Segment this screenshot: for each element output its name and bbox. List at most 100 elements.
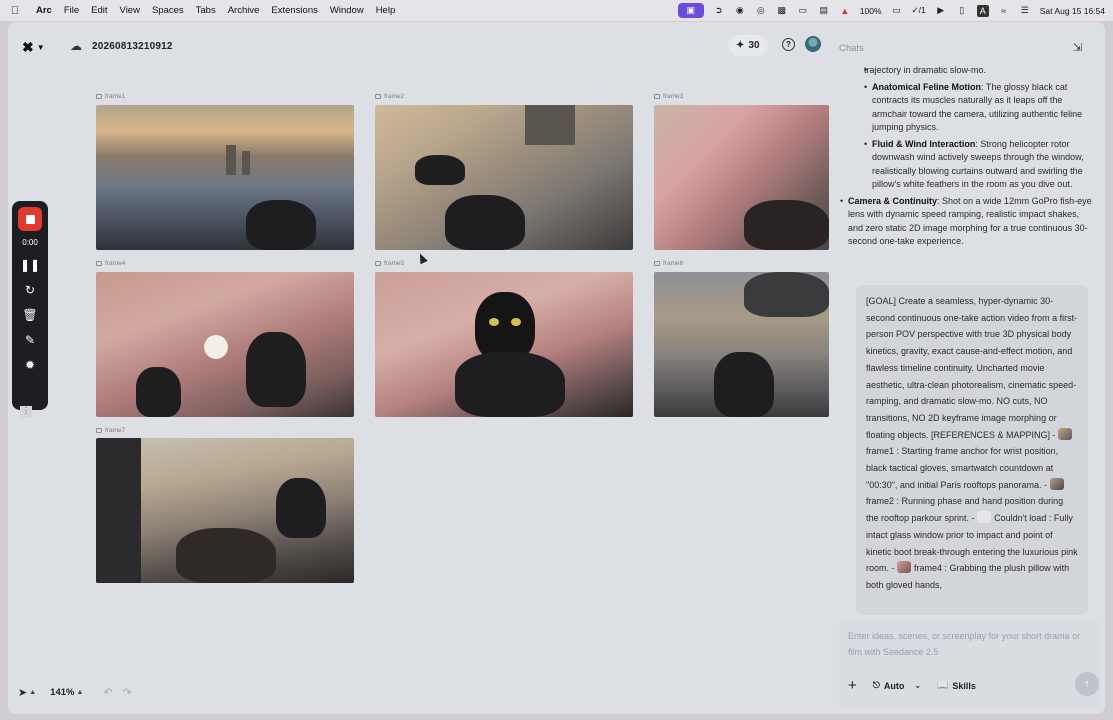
stop-record-button[interactable] <box>18 207 42 231</box>
frame-label: frame7 <box>96 427 125 434</box>
screen-record-icon[interactable]: ▣ <box>677 3 704 18</box>
menu-file[interactable]: File <box>58 5 85 16</box>
menu-view[interactable]: View <box>114 5 146 16</box>
stop-icon <box>25 214 35 224</box>
red-app-icon[interactable]: ▲ <box>839 5 851 17</box>
monitor-icon[interactable]: ▭ <box>797 5 809 17</box>
project-title[interactable]: 20260813210912 <box>92 41 173 52</box>
frame5-image[interactable] <box>375 272 633 417</box>
sub-bullet-list: trajectory in dramatic slow-mo. Anatomic… <box>846 64 1094 192</box>
chevron-down-icon: ⌄ <box>914 681 922 690</box>
frame4-thumbnail[interactable] <box>897 561 912 574</box>
menu-window[interactable]: Window <box>324 5 370 16</box>
credits-badge[interactable]: ✦ 30 <box>728 35 768 56</box>
canvas-toolbar: ➤ ▲ 141% ▲ ↶ ↷ <box>18 686 132 699</box>
pointer-tool-icon[interactable]: ➤ <box>18 686 27 699</box>
input-toolbar: + ⎋ Auto ⌄ 📖 Skills <box>848 677 976 694</box>
reference-chip[interactable]: frame1 <box>866 446 894 456</box>
frame4-image[interactable] <box>96 272 354 417</box>
app-icon[interactable]: ▩ <box>776 5 788 17</box>
broken-thumbnail[interactable] <box>977 511 992 524</box>
railing-shape <box>744 200 829 250</box>
chevron-up-icon[interactable]: ▲ <box>29 689 36 696</box>
send-button[interactable]: ↑ <box>1075 672 1099 696</box>
play-circle-icon[interactable]: ▶ <box>935 5 947 17</box>
eye-icon[interactable]: ◉ <box>734 5 746 17</box>
user-prompt-message: [GOAL] Create a seamless, hyper-dynamic … <box>856 285 1088 615</box>
menu-edit[interactable]: Edit <box>85 5 113 16</box>
zoom-chevron-icon[interactable]: ▲ <box>76 689 83 696</box>
cathedral-shape <box>226 145 236 175</box>
frame6-image[interactable] <box>654 272 829 417</box>
glove-shape <box>246 332 306 407</box>
draw-icon[interactable]: ✎ <box>20 333 40 347</box>
skills-button[interactable]: 📖 Skills <box>937 680 976 691</box>
chat-panel: Chats ⇲ trajectory in dramatic slow-mo. … <box>830 22 1105 714</box>
menu-archive[interactable]: Archive <box>222 5 266 16</box>
help-icon[interactable]: ? <box>782 38 795 51</box>
feed-icon[interactable]: ➲ <box>713 5 725 17</box>
cat-eye-shape <box>511 318 521 326</box>
frame1-thumbnail[interactable] <box>1058 427 1073 440</box>
checklist-indicator[interactable]: ✓/1 <box>912 5 926 16</box>
undo-icon[interactable]: ↶ <box>103 686 112 699</box>
menu-spaces[interactable]: Spaces <box>146 5 190 16</box>
list-item: trajectory in dramatic slow-mo. <box>864 64 1094 78</box>
a-icon[interactable]: A <box>976 4 989 17</box>
zoom-level[interactable]: 141% <box>50 687 74 698</box>
apple-icon[interactable]:  <box>0 5 30 17</box>
battery-icon[interactable]: ▭ <box>891 5 903 17</box>
frame2-thumbnail[interactable] <box>1049 477 1064 490</box>
reference-chip[interactable]: Couldn't load <box>994 513 1046 523</box>
frame3-image[interactable] <box>654 105 829 250</box>
recorder-handle[interactable]: ⋮ <box>20 406 32 418</box>
chat-input-box[interactable]: Enter ideas, scenes, or screenplay for y… <box>839 620 1101 710</box>
assistant-message: trajectory in dramatic slow-mo. Anatomic… <box>840 64 1094 252</box>
glove-shape <box>136 367 181 417</box>
control-center-icon[interactable]: ☰ <box>1019 5 1031 17</box>
screen-recorder-widget: 0:00 ❚❚ ↻ 🗑 ✎ ✹ <box>12 201 48 410</box>
clock[interactable]: Sat Aug 15 16:54 <box>1040 6 1105 16</box>
frame-label: frame3 <box>654 93 683 100</box>
menu-app[interactable]: Arc <box>30 5 58 16</box>
effects-icon[interactable]: ✹ <box>20 358 40 372</box>
helicopter-shape <box>744 272 829 317</box>
avatar[interactable] <box>805 36 821 52</box>
credits-count: 30 <box>748 40 760 51</box>
redo-icon[interactable]: ↷ <box>123 686 132 699</box>
pause-icon[interactable]: ❚❚ <box>20 258 40 272</box>
feathers-shape <box>186 322 246 372</box>
image-icon <box>654 261 660 266</box>
wifi-icon[interactable]: ≈ <box>998 5 1010 17</box>
list-item: Anatomical Feline Motion: The glossy bla… <box>864 81 1094 135</box>
menu-tabs[interactable]: Tabs <box>190 5 222 16</box>
sparkle-icon: ✦ <box>736 40 745 51</box>
cloud-sync-icon[interactable]: ☁ <box>70 39 82 53</box>
chat-input-placeholder[interactable]: Enter ideas, scenes, or screenplay for y… <box>848 628 1093 660</box>
image-icon <box>375 94 381 99</box>
capcut-logo-menu[interactable]: ✖ ▼ <box>22 39 45 56</box>
chimney-shape <box>525 105 575 145</box>
frame1-image[interactable] <box>96 105 354 250</box>
trash-icon[interactable]: 🗑 <box>20 308 40 322</box>
frame2-image[interactable] <box>375 105 633 250</box>
frame7-image[interactable] <box>96 438 354 583</box>
restart-icon[interactable]: ↻ <box>20 283 40 297</box>
menu-help[interactable]: Help <box>370 5 402 16</box>
helicopter-door-shape <box>96 438 141 583</box>
reference-chip[interactable]: frame2 <box>866 496 894 506</box>
add-icon[interactable]: + <box>848 677 857 694</box>
phone-icon[interactable]: ▯ <box>956 5 968 17</box>
reference-chip[interactable]: frame4 <box>914 563 942 573</box>
mode-icon: ⎋ <box>872 680 880 690</box>
image-icon <box>96 428 102 433</box>
chat-icon[interactable]: ▤ <box>818 5 830 17</box>
mouse-cursor <box>416 251 428 265</box>
cathedral-shape <box>242 151 250 175</box>
mode-selector[interactable]: ⎋ Auto ⌄ <box>873 680 921 691</box>
book-icon: 📖 <box>937 680 949 690</box>
chrome-icon[interactable]: ◎ <box>755 5 767 17</box>
menu-extensions[interactable]: Extensions <box>265 5 323 16</box>
collapse-icon[interactable]: ⇲ <box>1073 41 1082 54</box>
glove-shape <box>445 195 525 250</box>
